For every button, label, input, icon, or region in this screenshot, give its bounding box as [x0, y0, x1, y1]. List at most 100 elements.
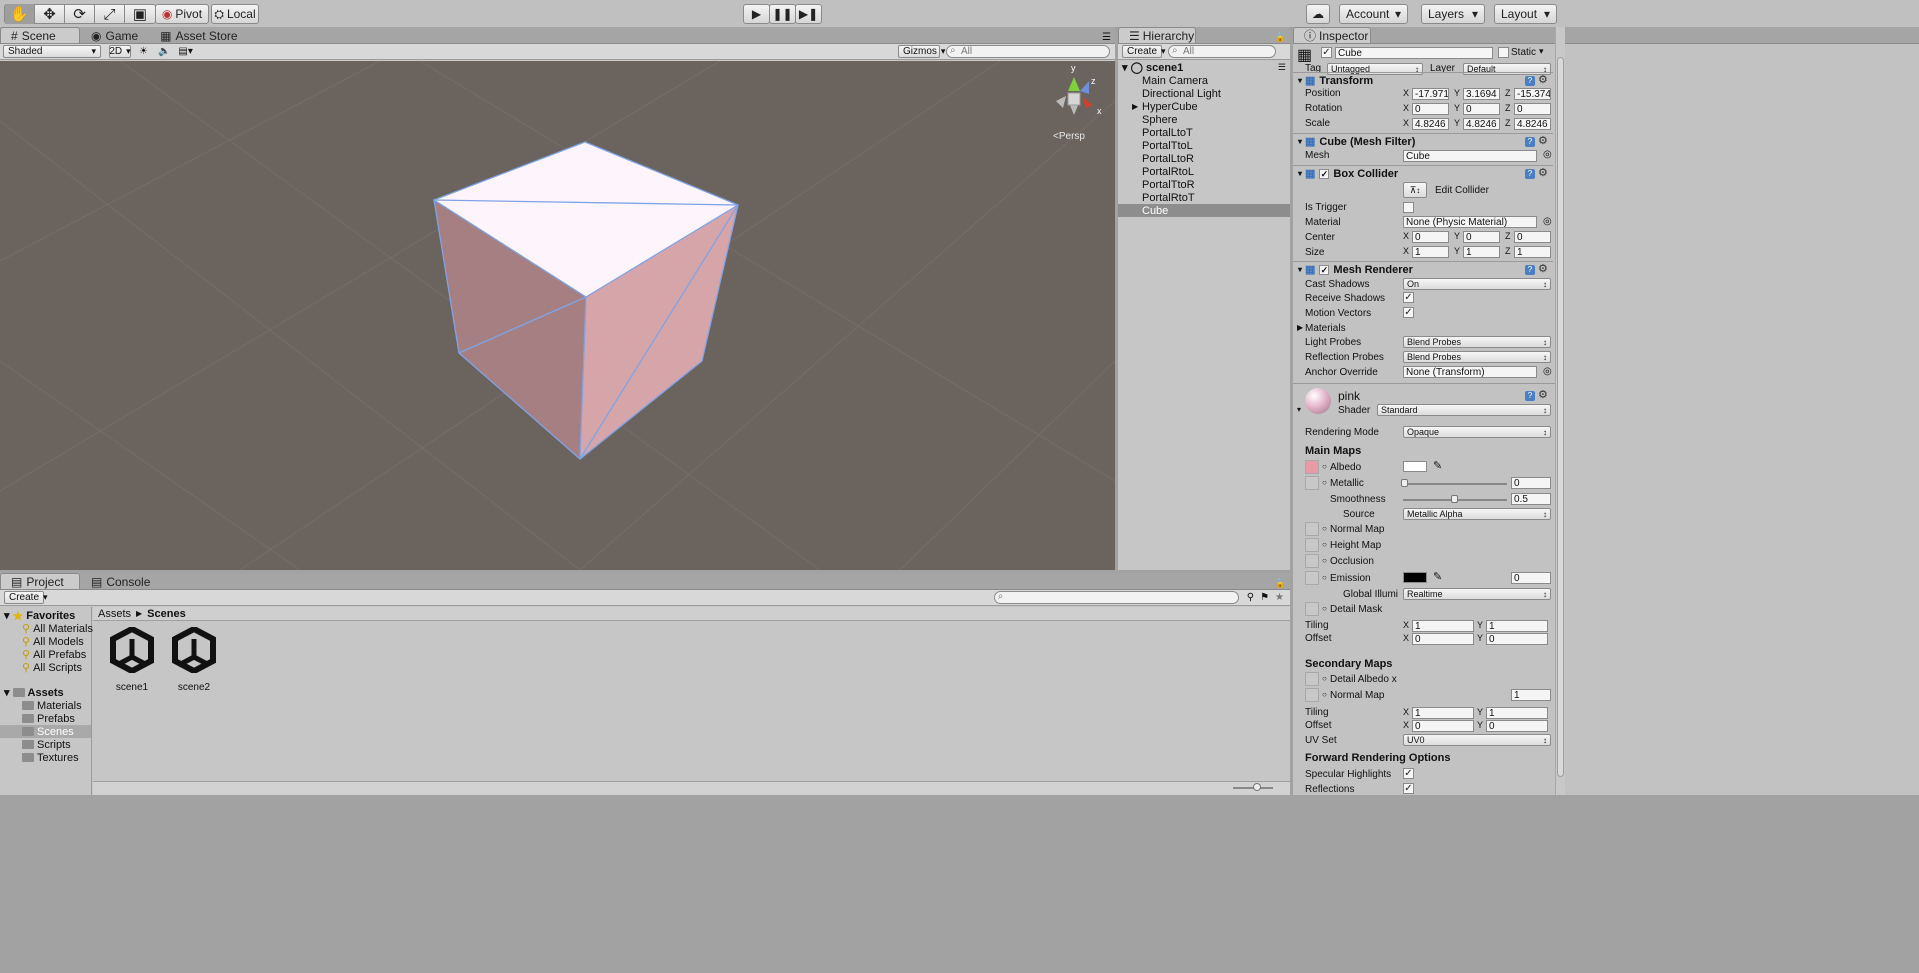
center-y[interactable]: 0 — [1463, 231, 1500, 243]
favorite-star-icon[interactable]: ★ — [1275, 592, 1284, 603]
metallic-value-field[interactable]: 0 — [1511, 477, 1551, 489]
help-icon[interactable]: ? — [1525, 137, 1535, 147]
static-checkbox[interactable] — [1498, 47, 1509, 58]
position-z[interactable]: -15.374 — [1514, 88, 1551, 100]
scale-tool-icon[interactable]: ⤢ — [95, 4, 125, 24]
metallic-slider[interactable] — [1403, 483, 1507, 485]
inspector-scrollbar[interactable] — [1555, 27, 1565, 795]
physic-material-field[interactable]: None (Physic Material) — [1403, 216, 1537, 228]
secondary-normal-map-texture-slot[interactable] — [1305, 688, 1319, 702]
anchor-override-field[interactable]: None (Transform) — [1403, 366, 1537, 378]
texture-picker-icon[interactable]: ○ — [1322, 690, 1327, 699]
metallic-texture-slot[interactable] — [1305, 476, 1319, 490]
secondary-normal-value-field[interactable]: 1 — [1511, 689, 1551, 701]
occlusion-texture-slot[interactable] — [1305, 554, 1319, 568]
account-dropdown[interactable]: Account ▾ — [1339, 4, 1408, 24]
tiling-x[interactable]: 1 — [1412, 620, 1474, 632]
scale-y[interactable]: 4.8246 — [1463, 118, 1500, 130]
collapse-arrow-icon[interactable]: ▾ — [1298, 265, 1302, 274]
light-probes-dropdown[interactable]: Blend Probes — [1403, 336, 1551, 348]
collapse-arrow-icon[interactable]: ▾ — [1297, 405, 1301, 414]
help-icon[interactable]: ? — [1525, 76, 1535, 86]
layers-dropdown[interactable]: Layers ▾ — [1421, 4, 1485, 24]
center-x[interactable]: 0 — [1412, 231, 1449, 243]
folder-item[interactable]: Prefabs — [0, 712, 91, 725]
position-x[interactable]: -17.971 — [1412, 88, 1449, 100]
smoothness-slider-thumb[interactable] — [1451, 495, 1458, 503]
hierarchy-item[interactable]: Cube — [1118, 204, 1290, 217]
source-dropdown[interactable]: Metallic Alpha — [1403, 508, 1551, 520]
texture-picker-icon[interactable]: ○ — [1322, 478, 1327, 487]
rendering-mode-dropdown[interactable]: Opaque — [1403, 426, 1551, 438]
tab-hierarchy[interactable]: ☰ Hierarchy — [1118, 27, 1196, 43]
scrollbar-thumb[interactable] — [1557, 57, 1564, 777]
transform-header[interactable]: ▾ ▦ Transform — [1293, 72, 1553, 88]
scene-menu-icon[interactable]: ☰ — [1278, 62, 1286, 73]
hierarchy-create-dropdown[interactable]: Create — [1122, 45, 1162, 58]
rotation-x[interactable]: 0 — [1412, 103, 1449, 115]
project-create-dropdown[interactable]: Create — [4, 591, 44, 604]
size-x[interactable]: 1 — [1412, 246, 1449, 258]
texture-picker-icon[interactable]: ○ — [1322, 573, 1327, 582]
folder-item[interactable]: Materials — [0, 699, 91, 712]
offset-y[interactable]: 0 — [1486, 633, 1548, 645]
smoothness-value-field[interactable]: 0.5 — [1511, 493, 1551, 505]
collapse-arrow-icon[interactable]: ▾ — [1298, 169, 1302, 178]
normal-map-texture-slot[interactable] — [1305, 522, 1319, 536]
mesh-field[interactable]: Cube — [1403, 150, 1537, 162]
static-dropdown-icon[interactable]: ▾ — [1539, 46, 1544, 57]
move-tool-icon[interactable]: ✥ — [35, 4, 65, 24]
object-picker-icon[interactable]: ◎ — [1543, 149, 1552, 160]
rotation-z[interactable]: 0 — [1514, 103, 1551, 115]
offset2-x[interactable]: 0 — [1412, 720, 1474, 732]
scene-root[interactable]: ▾ ◯ scene1 ☰ — [1118, 61, 1290, 74]
offset2-y[interactable]: 0 — [1486, 720, 1548, 732]
hierarchy-item[interactable]: PortalRtoT — [1118, 191, 1290, 204]
mesh-filter-header[interactable]: ▾ ▦ Cube (Mesh Filter) — [1293, 133, 1553, 149]
tab-scene[interactable]: # Scene — [0, 27, 80, 43]
help-icon[interactable]: ? — [1525, 265, 1535, 275]
box-collider-header[interactable]: ▾ ▦ ✓ Box Collider — [1293, 165, 1553, 181]
uv-set-dropdown[interactable]: UV0 — [1403, 734, 1551, 746]
eyedropper-icon[interactable]: ✎ — [1433, 459, 1442, 472]
tab-game[interactable]: ◉ Game — [80, 27, 149, 43]
favorite-item[interactable]: ⚲ All Scripts — [0, 661, 91, 675]
tiling2-y[interactable]: 1 — [1486, 707, 1548, 719]
is-trigger-checkbox[interactable] — [1403, 202, 1414, 213]
rotate-tool-icon[interactable]: ⟳ — [65, 4, 95, 24]
tiling2-x[interactable]: 1 — [1412, 707, 1474, 719]
audio-icon[interactable]: 🔈 — [158, 46, 170, 57]
folder-item[interactable]: Scenes — [0, 725, 91, 738]
layout-dropdown[interactable]: Layout ▾ — [1494, 4, 1557, 24]
tab-asset-store[interactable]: ▦ Asset Store — [149, 27, 248, 43]
favorite-item[interactable]: ⚲ All Models — [0, 635, 91, 649]
favorite-item[interactable]: ⚲ All Prefabs — [0, 648, 91, 662]
hierarchy-item[interactable]: PortalRtoL — [1118, 165, 1290, 178]
tab-project[interactable]: ▤ Project — [0, 573, 80, 589]
shader-dropdown[interactable]: Standard — [1377, 404, 1551, 416]
reflections-checkbox[interactable]: ✓ — [1403, 783, 1414, 794]
panel-menu-icon[interactable]: ☰ — [1102, 32, 1111, 43]
scene-search-input[interactable]: All — [946, 45, 1110, 58]
emission-color-swatch[interactable] — [1403, 572, 1427, 583]
filter-label-icon[interactable]: ⚑ — [1260, 592, 1269, 603]
center-z[interactable]: 0 — [1514, 231, 1551, 243]
gear-icon[interactable]: ⚙ — [1538, 134, 1548, 147]
zoom-slider-thumb[interactable] — [1253, 783, 1261, 791]
reflection-probes-dropdown[interactable]: Blend Probes — [1403, 351, 1551, 363]
asset-scene1[interactable]: scene1 — [102, 625, 162, 693]
orientation-gizmo[interactable]: y z x <Persp — [1053, 63, 1102, 142]
breadcrumb-current[interactable]: Scenes — [147, 608, 186, 620]
scale-x[interactable]: 4.8246 — [1412, 118, 1449, 130]
texture-picker-icon[interactable]: ○ — [1322, 540, 1327, 549]
texture-picker-icon[interactable]: ○ — [1322, 556, 1327, 565]
scene-canvas[interactable]: y z x <Persp — [0, 61, 1115, 570]
hand-tool-icon[interactable]: ✋ — [5, 4, 35, 24]
local-button[interactable]: ⛭ Local — [211, 4, 259, 24]
object-picker-icon[interactable]: ◎ — [1543, 216, 1552, 227]
eyedropper-icon[interactable]: ✎ — [1433, 570, 1442, 583]
size-z[interactable]: 1 — [1514, 246, 1551, 258]
hierarchy-item[interactable]: Sphere — [1118, 113, 1290, 126]
texture-picker-icon[interactable]: ○ — [1322, 604, 1327, 613]
favorites-header[interactable]: ▾ ★ Favorites — [0, 609, 91, 623]
